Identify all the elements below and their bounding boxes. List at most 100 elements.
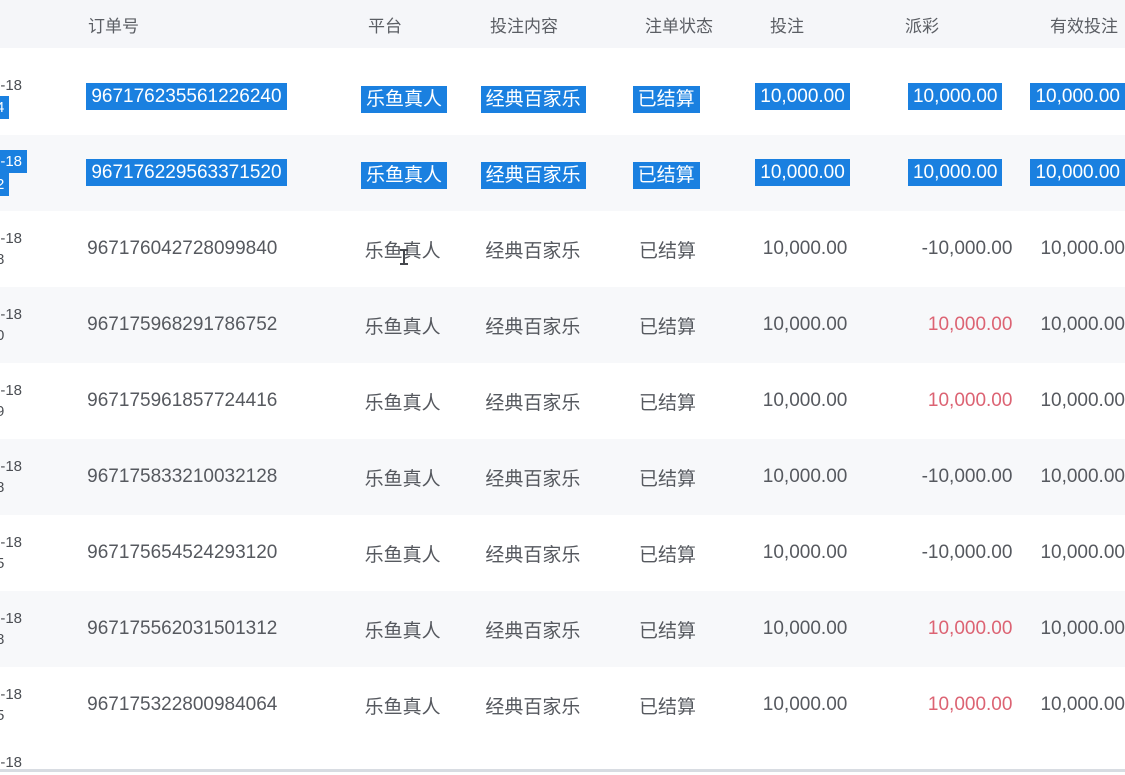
valid-bet-amount: 10,000.00 bbox=[1040, 238, 1125, 259]
platform: 乐鱼真人 bbox=[365, 393, 441, 414]
bet-content-cell: 经典百家乐 bbox=[485, 312, 639, 339]
bet-content: 经典百家乐 bbox=[485, 241, 580, 262]
bet-status-cell: 已结算 bbox=[639, 236, 763, 263]
time-fragment: 5 bbox=[0, 553, 4, 574]
table-row[interactable]: 2-18 8 967175562031501312 乐鱼真人 经典百家乐 已结算… bbox=[0, 591, 1125, 667]
platform-cell: 乐鱼真人 bbox=[365, 236, 486, 263]
header-valid-bet: 有效投注 bbox=[1050, 12, 1125, 37]
payout-cell: -10,000.00 bbox=[897, 466, 1041, 488]
time-fragment: 5 bbox=[0, 705, 4, 726]
bet-status-cell: 已结算 bbox=[639, 388, 763, 415]
bet-content: 经典百家乐 bbox=[485, 621, 580, 642]
header-order-no: 订单号 bbox=[88, 12, 368, 37]
date-fragment: 2-18 bbox=[0, 304, 22, 325]
bet-content: 经典百家乐 bbox=[485, 545, 580, 566]
header-platform: 平台 bbox=[368, 12, 490, 37]
bet-status-cell: 已结算 bbox=[633, 160, 756, 187]
bet-content-cell: 经典百家乐 bbox=[485, 616, 639, 643]
bet-amount: 10,000.00 bbox=[763, 694, 848, 715]
payout-cell: 10,000.00 bbox=[897, 694, 1041, 716]
order-no-cell: 967175968291786752 bbox=[87, 314, 364, 336]
date-cell: 2-18 5 bbox=[0, 667, 87, 743]
payout-cell: 10,000.00 bbox=[897, 314, 1041, 336]
bet-amount-cell: 10,000.00 bbox=[763, 466, 897, 488]
valid-bet-cell: 10,000.00 bbox=[1040, 694, 1125, 716]
platform-cell: 乐鱼真人 bbox=[365, 616, 486, 643]
date-cell: 2-18 2 bbox=[0, 135, 86, 211]
date-fragment: 2-18 bbox=[0, 456, 22, 477]
table-row[interactable]: 2-18 0 967175968291786752 乐鱼真人 经典百家乐 已结算… bbox=[0, 287, 1125, 363]
valid-bet-amount: 10,000.00 bbox=[1040, 466, 1125, 487]
order-no-cell: 967175562031501312 bbox=[87, 618, 364, 640]
valid-bet-cell: 10,000.00 bbox=[1030, 162, 1125, 184]
bet-status-cell: 已结算 bbox=[639, 692, 763, 719]
valid-bet-cell: 10,000.00 bbox=[1040, 238, 1125, 260]
order-no: 967175833210032128 bbox=[87, 466, 277, 487]
table-row[interactable]: 2-18 5 967175322800984064 乐鱼真人 经典百家乐 已结算… bbox=[0, 667, 1125, 743]
text-cursor-icon bbox=[399, 249, 409, 265]
table-row[interactable]: 2-18 5 967175654524293120 乐鱼真人 经典百家乐 已结算… bbox=[0, 515, 1125, 591]
bottom-scrollbar-track[interactable] bbox=[0, 769, 1125, 772]
bet-status-cell: 已结算 bbox=[639, 540, 763, 567]
bet-content-cell: 经典百家乐 bbox=[485, 540, 639, 567]
bet-amount: 10,000.00 bbox=[755, 159, 850, 186]
date-fragment: 2-18 bbox=[0, 743, 22, 769]
valid-bet-cell: 10,000.00 bbox=[1040, 314, 1125, 336]
platform: 乐鱼真人 bbox=[365, 317, 441, 338]
bet-amount-cell: 10,000.00 bbox=[755, 162, 887, 184]
payout-amount: -10,000.00 bbox=[922, 466, 1013, 487]
table-row[interactable]: 2-18 2 967176229563371520 乐鱼真人 经典百家乐 已结算… bbox=[0, 135, 1125, 211]
status-badge: 已结算 bbox=[639, 621, 696, 642]
order-no-cell: 967175654524293120 bbox=[87, 542, 364, 564]
time-fragment: 8 bbox=[0, 249, 4, 270]
bet-amount: 10,000.00 bbox=[763, 390, 848, 411]
platform-cell: 乐鱼真人 bbox=[365, 540, 486, 567]
bet-status-cell: 已结算 bbox=[639, 312, 763, 339]
status-badge: 已结算 bbox=[639, 545, 696, 566]
status-badge: 已结算 bbox=[639, 469, 696, 490]
payout-amount: 10,000.00 bbox=[908, 159, 1003, 186]
bet-content-cell: 经典百家乐 bbox=[485, 388, 639, 415]
payout-cell: -10,000.00 bbox=[897, 542, 1041, 564]
date-fragment: 2-18 bbox=[0, 684, 22, 705]
order-no: 967176235561226240 bbox=[86, 83, 286, 110]
date-cell: 2-18 0 bbox=[0, 287, 87, 363]
payout-amount: 10,000.00 bbox=[928, 618, 1013, 639]
date-fragment: 2-18 bbox=[0, 608, 22, 629]
time-fragment: 0 bbox=[0, 325, 4, 346]
platform: 乐鱼真人 bbox=[365, 697, 441, 718]
date-fragment: 2-18 bbox=[0, 75, 22, 96]
order-no-cell: 967176229563371520 bbox=[86, 162, 361, 184]
bet-content: 经典百家乐 bbox=[481, 86, 586, 113]
valid-bet-cell: 10,000.00 bbox=[1040, 390, 1125, 412]
status-badge: 已结算 bbox=[633, 86, 700, 113]
platform-cell: 乐鱼真人 bbox=[365, 692, 486, 719]
bet-status-cell: 已结算 bbox=[633, 84, 756, 111]
bet-status-cell: 已结算 bbox=[639, 464, 763, 491]
status-badge: 已结算 bbox=[639, 241, 696, 262]
order-no-cell: 967175833210032128 bbox=[87, 466, 364, 488]
payout-amount: 10,000.00 bbox=[928, 694, 1013, 715]
bet-content-cell: 经典百家乐 bbox=[485, 236, 639, 263]
valid-bet-amount: 10,000.00 bbox=[1040, 694, 1125, 715]
table-row[interactable]: 2-18 9 967175961857724416 乐鱼真人 经典百家乐 已结算… bbox=[0, 363, 1125, 439]
bet-amount-cell: 10,000.00 bbox=[763, 238, 897, 260]
bet-content-cell: 经典百家乐 bbox=[481, 84, 633, 111]
bet-content: 经典百家乐 bbox=[485, 469, 580, 490]
bet-content: 经典百家乐 bbox=[485, 697, 580, 718]
table-row[interactable]: 2-18 8 967176042728099840 乐鱼真人 经典百家乐 已结算… bbox=[0, 211, 1125, 287]
date-cell: 2-18 8 bbox=[0, 591, 87, 667]
valid-bet-amount: 10,000.00 bbox=[1040, 390, 1125, 411]
table-row[interactable]: 2-18 8 967175833210032128 乐鱼真人 经典百家乐 已结算… bbox=[0, 439, 1125, 515]
table-row[interactable]: 2-18 4 967176235561226240 乐鱼真人 经典百家乐 已结算… bbox=[0, 59, 1125, 135]
date-cell: 2-18 8 bbox=[0, 211, 87, 287]
order-no: 967175961857724416 bbox=[87, 390, 277, 411]
bet-amount-cell: 10,000.00 bbox=[763, 390, 897, 412]
bet-amount: 10,000.00 bbox=[763, 542, 848, 563]
status-badge: 已结算 bbox=[639, 697, 696, 718]
order-no-cell: 967175322800984064 bbox=[87, 694, 364, 716]
platform: 乐鱼真人 bbox=[365, 621, 441, 642]
valid-bet-amount: 10,000.00 bbox=[1040, 542, 1125, 563]
payout-cell: 10,000.00 bbox=[888, 162, 1031, 184]
platform: 乐鱼真人 bbox=[361, 162, 447, 189]
